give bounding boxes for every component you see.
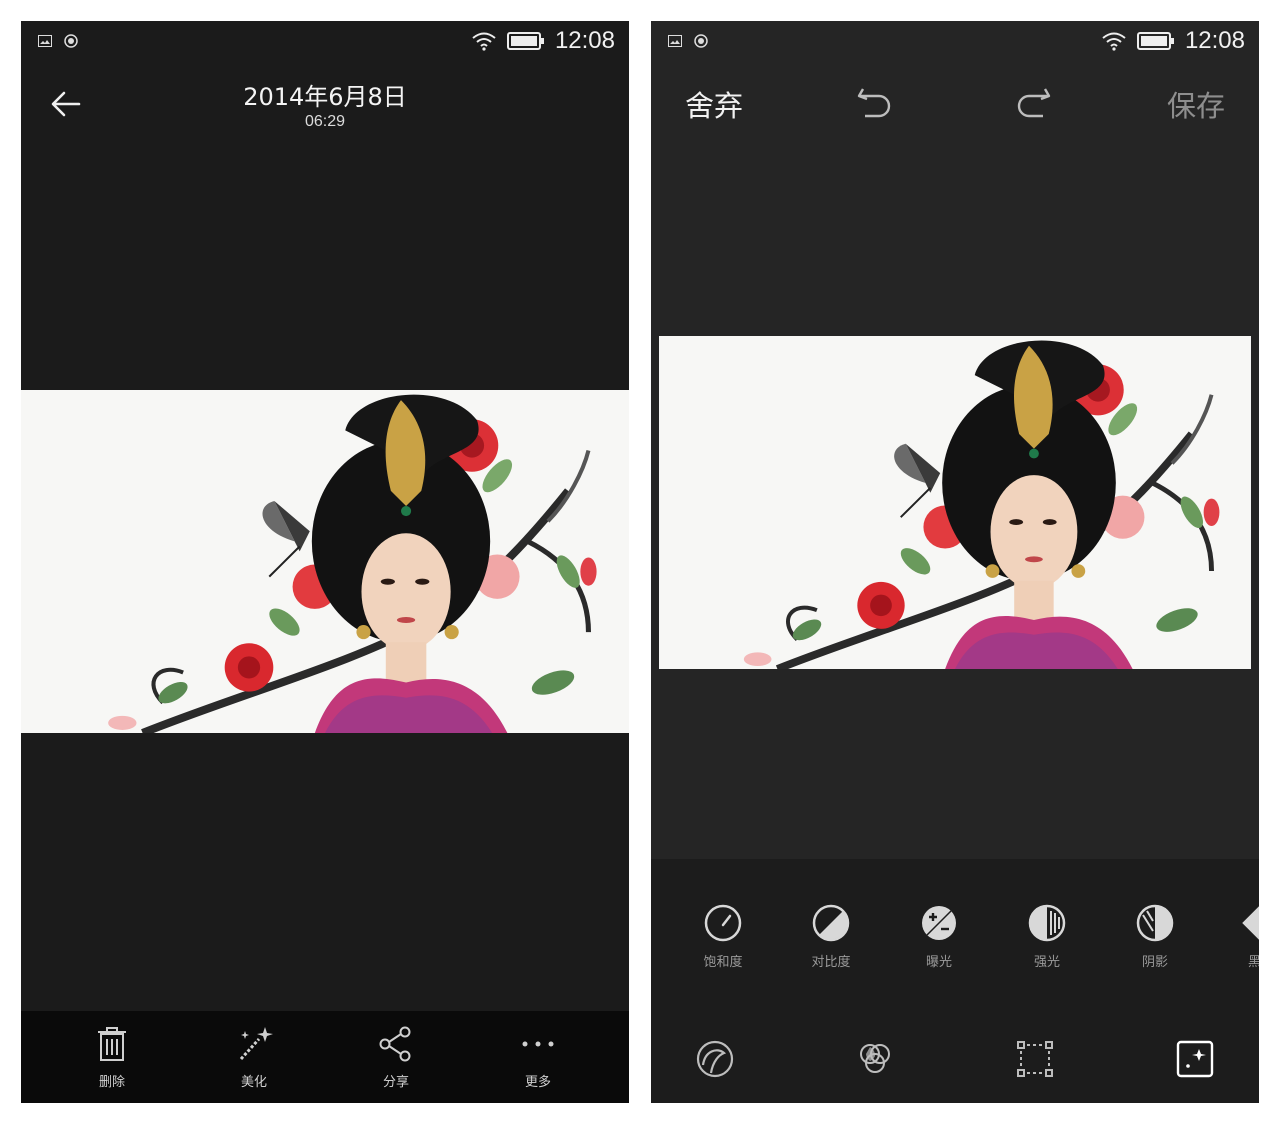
share-label: 分享	[382, 1075, 409, 1090]
battery-icon	[1136, 32, 1174, 50]
undo-icon[interactable]	[855, 83, 895, 123]
beautify-label: 美化	[240, 1075, 267, 1090]
record-notification-icon	[694, 34, 708, 48]
viewer-action-bar: 删除 美化 分享 更多	[21, 1011, 629, 1103]
photo-viewer-screen: 12:08 2014年6月8日 06:29 删除 美化 分享 更多	[21, 21, 629, 1103]
saturation-gauge-icon	[704, 904, 742, 942]
save-button[interactable]: 保存	[1167, 83, 1225, 125]
shadow-tool[interactable]: 阴影	[1115, 903, 1195, 970]
highlight-icon	[1028, 904, 1066, 942]
share-button[interactable]: 分享	[351, 1025, 441, 1090]
more-dots-icon	[522, 1041, 554, 1047]
photo-editor-screen: 12:08 舍弃 保存 饱和度 对比度 曝光 强光 阴影 黑白	[651, 21, 1259, 1103]
black-white-label: 黑白	[1247, 955, 1259, 970]
adjust-enhance-icon[interactable]	[1171, 1035, 1219, 1083]
black-white-tool[interactable]: 黑白	[1221, 903, 1259, 970]
beautify-button[interactable]: 美化	[209, 1025, 299, 1090]
saturation-tool[interactable]: 饱和度	[683, 903, 763, 970]
gallery-notification-icon	[668, 35, 682, 47]
more-label: 更多	[524, 1075, 551, 1090]
exposure-icon	[922, 906, 956, 940]
status-time: 12:08	[554, 27, 615, 54]
photo-image[interactable]	[21, 390, 629, 733]
edit-tools-panel: 饱和度 对比度 曝光 强光 阴影 黑白	[651, 859, 1259, 1103]
beauty-face-icon[interactable]	[691, 1035, 739, 1083]
wifi-icon	[472, 32, 496, 51]
redo-icon[interactable]	[1013, 83, 1053, 123]
record-notification-icon	[64, 34, 78, 48]
color-filter-icon[interactable]	[851, 1035, 899, 1083]
contrast-icon	[812, 904, 850, 942]
highlight-label: 强光	[1033, 955, 1060, 970]
magic-wand-icon	[239, 1027, 273, 1061]
contrast-tool[interactable]: 对比度	[791, 903, 871, 970]
photo-time-subtitle: 06:29	[304, 113, 346, 130]
status-time: 12:08	[1184, 27, 1245, 54]
photo-date-title: 2014年6月8日	[243, 83, 407, 111]
trash-icon	[98, 1027, 126, 1061]
wifi-icon	[1102, 32, 1126, 51]
crop-transform-icon[interactable]	[1011, 1035, 1059, 1083]
more-button[interactable]: 更多	[493, 1025, 583, 1090]
shadow-label: 阴影	[1141, 955, 1168, 970]
editing-photo-image	[659, 336, 1251, 669]
exposure-tool[interactable]: 曝光	[899, 903, 979, 970]
saturation-label: 饱和度	[703, 955, 743, 970]
discard-button[interactable]: 舍弃	[685, 83, 743, 125]
highlight-tool[interactable]: 强光	[1007, 903, 1087, 970]
share-icon	[379, 1026, 411, 1062]
delete-button[interactable]: 删除	[67, 1025, 157, 1090]
battery-icon	[506, 32, 544, 50]
status-bar: 12:08	[651, 21, 1259, 63]
delete-label: 删除	[98, 1075, 125, 1090]
gallery-notification-icon	[38, 35, 52, 47]
contrast-label: 对比度	[811, 955, 851, 970]
black-white-icon	[1242, 906, 1259, 940]
exposure-label: 曝光	[925, 955, 952, 970]
status-bar: 12:08	[21, 21, 629, 63]
shadow-icon	[1136, 904, 1174, 942]
